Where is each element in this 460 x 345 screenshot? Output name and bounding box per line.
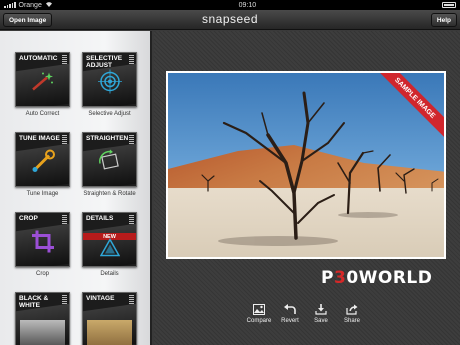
triangle-icon — [99, 238, 120, 262]
tool-tile[interactable]: STRAIGHTEN — [82, 132, 137, 187]
save-button[interactable]: Save — [305, 304, 337, 324]
tool-tile[interactable]: AUTOMATIC — [15, 52, 70, 107]
wifi-icon — [45, 1, 53, 9]
tool-tile-title: STRAIGHTEN — [86, 135, 129, 142]
compare-icon — [253, 304, 265, 315]
tool-tune-image[interactable]: TUNE IMAGE Tune Image — [15, 132, 70, 197]
tool-crop[interactable]: CROP Crop — [15, 212, 70, 277]
tool-label: Straighten & Rotate — [83, 191, 136, 197]
tool-straighten-rotate[interactable]: STRAIGHTEN Straighten & Rotate — [82, 132, 137, 197]
bottom-toolbar: Compare Revert Save Share — [0, 304, 460, 334]
tool-auto-correct[interactable]: AUTOMATIC Auto Correct — [15, 52, 70, 117]
revert-button[interactable]: Revert — [274, 304, 306, 324]
crop-icon — [31, 229, 55, 258]
status-bar: Orange 09:10 — [0, 0, 460, 10]
rotate-icon — [97, 149, 123, 178]
share-icon — [346, 304, 358, 315]
tool-tile-title: TUNE IMAGE — [19, 135, 60, 142]
compare-button[interactable]: Compare — [243, 304, 275, 324]
carrier-name: Orange — [18, 1, 42, 9]
battery-icon — [441, 2, 456, 8]
tool-tile[interactable]: DETAILS NEW — [82, 212, 137, 267]
tool-label: Tune Image — [26, 191, 59, 197]
sample-photo[interactable]: SAMPLE IMAGE — [166, 71, 446, 259]
tool-tile[interactable]: TUNE IMAGE — [15, 132, 70, 187]
tool-tile-title: VINTAGE — [86, 295, 115, 302]
tool-details[interactable]: DETAILS NEW Details — [82, 212, 137, 277]
share-button[interactable]: Share — [336, 304, 368, 324]
save-icon — [315, 304, 327, 315]
tool-selective-adjust[interactable]: SELECTIVE ADJUST Selective Adjust — [82, 52, 137, 117]
app-title: snapseed — [201, 12, 259, 26]
wand-icon — [30, 70, 56, 97]
revert-icon — [284, 304, 296, 314]
tool-tile-title: AUTOMATIC — [19, 55, 58, 62]
tool-tile[interactable]: CROP — [15, 212, 70, 267]
target-icon — [97, 69, 122, 98]
status-left: Orange — [4, 1, 53, 9]
dead-trees — [201, 91, 439, 246]
help-button[interactable]: Help — [430, 13, 457, 27]
watermark-logo: P30WORLD — [321, 268, 433, 288]
tool-tile[interactable]: SELECTIVE ADJUST — [82, 52, 137, 107]
tool-label: Details — [100, 271, 119, 277]
status-time: 09:10 — [238, 1, 257, 9]
tool-label: Selective Adjust — [88, 111, 131, 117]
nav-bar: Open Image snapseed Help — [0, 10, 460, 30]
tool-label: Crop — [35, 271, 49, 277]
tool-tile-title: DETAILS — [86, 215, 114, 222]
tool-label: Auto Correct — [25, 111, 60, 117]
tool-tile-title: CROP — [19, 215, 38, 222]
wrench-icon — [30, 149, 56, 178]
tools-panel: AUTOMATIC Auto Correct SELECTIVE ADJUST — [0, 31, 152, 345]
signal-icon — [4, 2, 16, 8]
